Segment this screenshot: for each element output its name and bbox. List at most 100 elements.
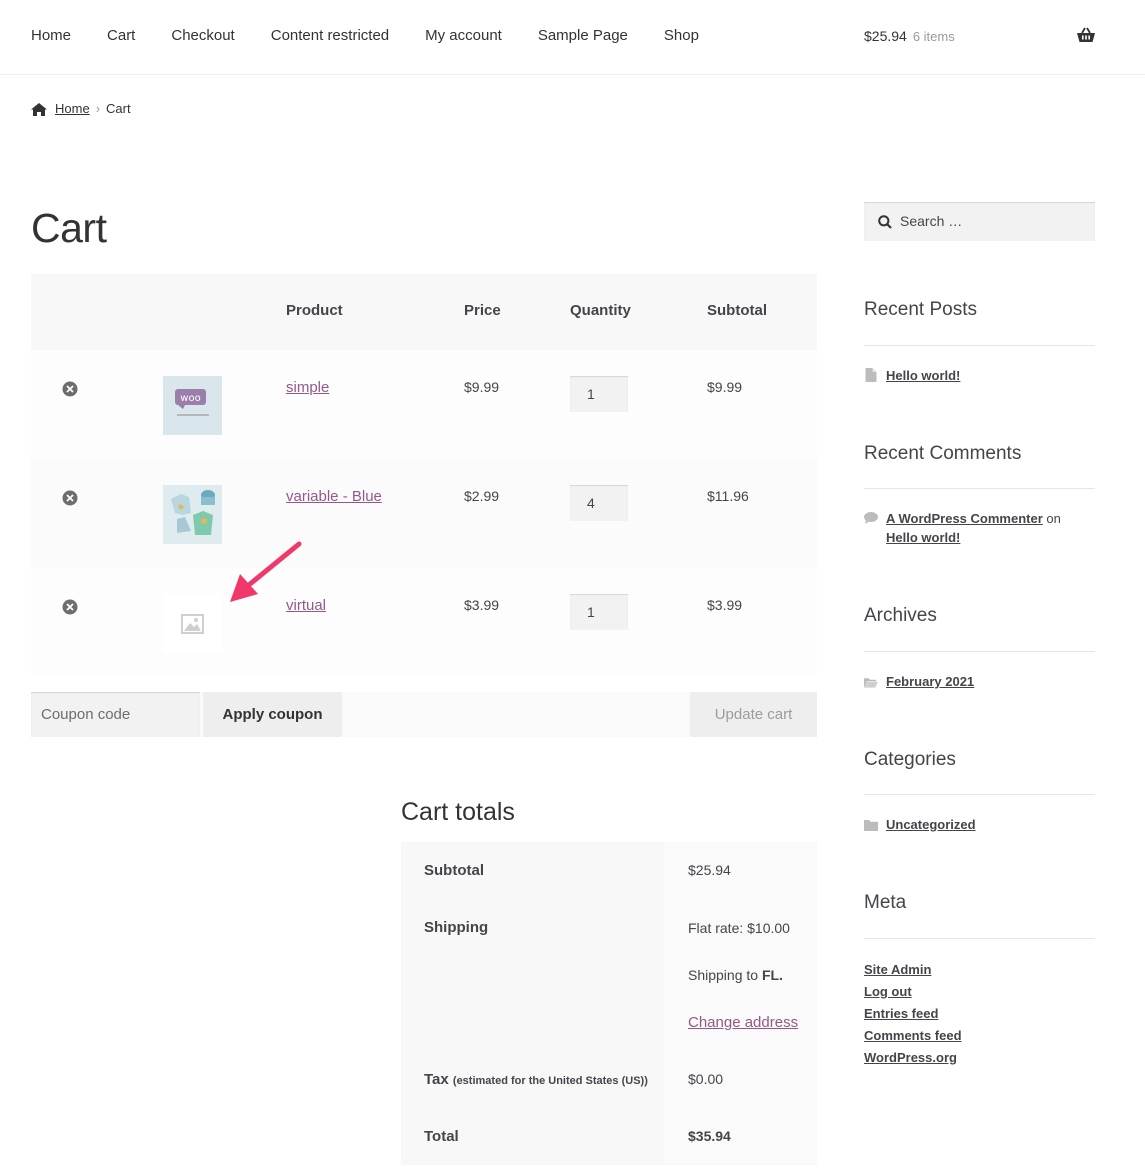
sidebar-search-input[interactable]: Search … — [864, 202, 1095, 241]
cart-row: woo simple $9.99 1 $9.99 — [31, 350, 817, 459]
quantity-input[interactable]: 1 — [570, 594, 628, 630]
site-header: Home Cart Checkout Content restricted My… — [0, 0, 1145, 75]
update-cart-button[interactable]: Update cart — [690, 692, 817, 737]
cart-totals-title: Cart totals — [401, 798, 515, 826]
totals-tax-row: Tax (estimated for the United States (US… — [401, 1051, 817, 1108]
comment-author-link[interactable]: A WordPress Commenter — [886, 511, 1043, 526]
meta-link-comments-feed[interactable]: Comments feed — [864, 1025, 962, 1047]
search-placeholder: Search … — [900, 213, 963, 229]
header-product: Product — [286, 302, 343, 319]
change-address-link[interactable]: Change address — [688, 1014, 817, 1032]
category-link[interactable]: Uncategorized — [886, 817, 976, 832]
product-link[interactable]: simple — [286, 379, 329, 396]
totals-subtotal-row: Subtotal $25.94 — [401, 842, 817, 899]
search-icon — [878, 215, 892, 229]
cart-row: variable - Blue $2.99 4 $11.96 — [31, 459, 817, 568]
widget-title-recent-comments: Recent Comments — [864, 443, 1022, 464]
widget-title-recent-posts: Recent Posts — [864, 299, 977, 320]
cart-actions: Coupon code Apply coupon Update cart — [31, 692, 817, 737]
cart-table-header: Product Price Quantity Subtotal — [31, 274, 817, 350]
product-subtotal: $11.96 — [707, 488, 749, 504]
shipping-destination: Shipping to FL. — [688, 966, 817, 984]
totals-shipping-row: Shipping Flat rate: $10.00 Shipping to F… — [401, 899, 817, 1051]
widget-divider — [864, 345, 1095, 346]
nav-item-shop[interactable]: Shop — [664, 26, 699, 46]
document-icon — [865, 368, 877, 382]
breadcrumb: Home › Cart — [31, 100, 131, 118]
meta-links: Site Admin Log out Entries feed Comments… — [864, 959, 962, 1069]
tax-note: (estimated for the United States (US)) — [452, 1075, 648, 1087]
placeholder-image-icon[interactable] — [163, 594, 222, 653]
totals-shipping-label: Shipping — [401, 899, 664, 1051]
basket-icon[interactable] — [1076, 27, 1096, 43]
folder-icon — [864, 820, 878, 831]
quantity-input[interactable]: 4 — [570, 485, 628, 521]
header-quantity: Quantity — [570, 302, 631, 319]
quantity-input[interactable]: 1 — [570, 376, 628, 412]
breadcrumb-current: Cart — [106, 101, 131, 116]
nav-item-sample-page[interactable]: Sample Page — [538, 26, 628, 46]
totals-subtotal-label: Subtotal — [401, 842, 664, 899]
meta-link-site-admin[interactable]: Site Admin — [864, 959, 962, 981]
mini-cart-count: 6 items — [912, 29, 955, 44]
totals-total-label: Total — [401, 1108, 664, 1165]
comment-on-text: on — [1046, 511, 1061, 526]
meta-link-wordpress-org[interactable]: WordPress.org — [864, 1047, 962, 1069]
home-icon — [31, 102, 47, 116]
nav-item-checkout[interactable]: Checkout — [171, 26, 234, 46]
cart-table: Product Price Quantity Subtotal woo simp… — [31, 274, 817, 677]
meta-link-log-out[interactable]: Log out — [864, 981, 962, 1003]
comment-icon — [864, 512, 878, 524]
page-title: Cart — [31, 205, 107, 251]
shipping-rate: Flat rate: $10.00 — [688, 920, 790, 936]
recent-post-link[interactable]: Hello world! — [886, 368, 960, 383]
archive-item: February 2021 — [864, 672, 974, 691]
product-price: $2.99 — [464, 488, 500, 504]
primary-nav: Home Cart Checkout Content restricted My… — [31, 26, 735, 46]
widget-divider — [864, 488, 1095, 489]
shipping-to-text: Shipping to — [688, 967, 759, 983]
totals-tax-value: $0.00 — [664, 1051, 817, 1108]
tax-label: Tax — [424, 1071, 449, 1088]
cart-row: virtual $3.99 1 $3.99 — [31, 568, 817, 677]
comment-post-link[interactable]: Hello world! — [886, 530, 960, 545]
widget-divider — [864, 794, 1095, 795]
mini-cart[interactable]: $25.94 6 items — [864, 26, 955, 47]
folder-open-icon — [864, 678, 878, 688]
remove-item-icon[interactable] — [62, 490, 78, 506]
product-thumbnail-clothes[interactable] — [163, 485, 222, 544]
product-price: $9.99 — [464, 379, 500, 395]
widget-divider — [864, 938, 1095, 939]
breadcrumb-home-link[interactable]: Home — [55, 100, 90, 118]
nav-item-home[interactable]: Home — [31, 26, 71, 46]
product-price: $3.99 — [464, 597, 500, 613]
totals-subtotal-value: $25.94 — [664, 842, 817, 899]
totals-total-row: Total $35.94 — [401, 1108, 817, 1165]
header-subtotal: Subtotal — [707, 302, 767, 319]
apply-coupon-button[interactable]: Apply coupon — [203, 692, 342, 737]
svg-text:woo: woo — [180, 393, 200, 404]
breadcrumb-separator: › — [95, 101, 101, 116]
widget-title-archives: Archives — [864, 605, 937, 626]
widget-divider — [864, 651, 1095, 652]
product-thumbnail-woo[interactable]: woo — [163, 376, 222, 435]
product-subtotal: $3.99 — [707, 597, 743, 613]
nav-item-cart[interactable]: Cart — [107, 26, 135, 46]
totals-total-value: $35.94 — [664, 1108, 817, 1165]
header-price: Price — [464, 302, 501, 319]
category-item: Uncategorized — [864, 815, 976, 834]
coupon-code-input[interactable]: Coupon code — [31, 692, 200, 737]
archive-link[interactable]: February 2021 — [886, 674, 974, 689]
meta-link-entries-feed[interactable]: Entries feed — [864, 1003, 962, 1025]
remove-item-icon[interactable] — [62, 599, 78, 615]
totals-tax-label: Tax (estimated for the United States (US… — [401, 1051, 664, 1108]
product-link[interactable]: variable - Blue — [286, 488, 382, 505]
recent-post-item: Hello world! — [864, 366, 960, 385]
nav-item-content-restricted[interactable]: Content restricted — [271, 26, 389, 46]
mini-cart-amount: $25.94 — [864, 28, 907, 44]
recent-comment-item: A WordPress Commenter on Hello world! — [864, 509, 1095, 547]
shipping-state: FL. — [761, 967, 783, 983]
nav-item-my-account[interactable]: My account — [425, 26, 502, 46]
remove-item-icon[interactable] — [62, 381, 78, 397]
widget-title-meta: Meta — [864, 892, 907, 913]
